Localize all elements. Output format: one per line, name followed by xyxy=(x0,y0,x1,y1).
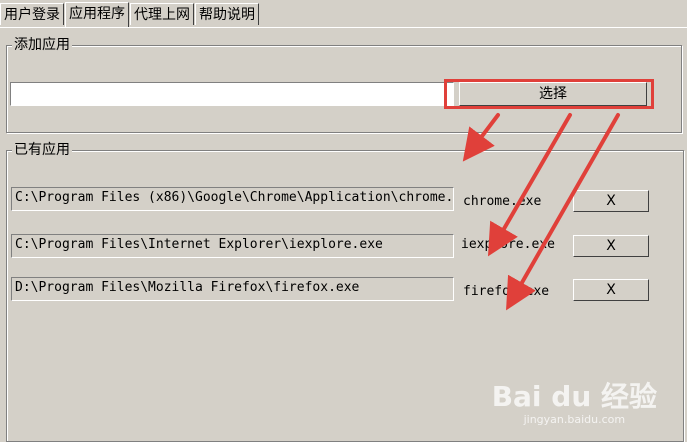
remove-app-button[interactable]: X xyxy=(573,235,649,257)
app-path-field[interactable]: C:\Program Files\Internet Explorer\iexpl… xyxy=(11,234,454,258)
watermark-url: jingyan.baidu.com xyxy=(523,413,626,426)
app-exe-label: iexplore.exe xyxy=(461,237,555,252)
app-exe-label: chrome.exe xyxy=(463,194,542,209)
app-exe-label: firefox.exe xyxy=(463,284,550,299)
baidu-logo: Bai du 经验 xyxy=(491,380,657,413)
add-app-group-title: 添加应用 xyxy=(12,36,72,54)
tab-user-login[interactable]: 用户登录 xyxy=(0,3,64,25)
select-button-highlight xyxy=(444,79,654,109)
baidu-watermark: Bai du 经验 jingyan.baidu.com xyxy=(491,380,657,427)
app-path-field[interactable]: D:\Program Files\Mozilla Firefox\firefox… xyxy=(11,277,454,301)
tab-panel-border xyxy=(0,27,687,28)
tab-applications[interactable]: 应用程序 xyxy=(65,2,129,27)
app-path-input[interactable] xyxy=(10,82,454,106)
tab-help[interactable]: 帮助说明 xyxy=(195,3,259,25)
tab-proxy[interactable]: 代理上网 xyxy=(130,3,194,25)
existing-apps-group-title: 已有应用 xyxy=(12,141,72,159)
tab-strip: 用户登录 应用程序 代理上网 帮助说明 xyxy=(0,2,260,27)
remove-app-button[interactable]: X xyxy=(573,190,649,212)
remove-app-button[interactable]: X xyxy=(573,279,649,301)
app-path-field[interactable]: C:\Program Files (x86)\Google\Chrome\App… xyxy=(11,187,454,211)
